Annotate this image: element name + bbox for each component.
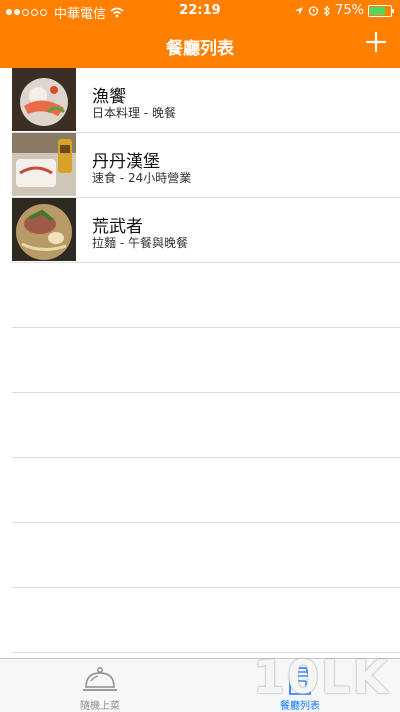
status-bar: 中華電信 22:19 75%	[0, 0, 400, 22]
battery-percent: 75%	[335, 3, 364, 18]
page-title: 餐廳列表	[166, 39, 234, 59]
plus-icon[interactable]	[364, 30, 388, 54]
restaurant-row[interactable]: 丹丹漢堡 速食 - 24小時營業	[12, 133, 400, 198]
restaurant-photo	[12, 198, 76, 261]
tab-random-dish[interactable]: 隨機上菜	[0, 659, 200, 712]
watermark-logo: 10LK	[253, 650, 390, 704]
restaurant-photo	[12, 133, 76, 196]
restaurant-subtitle: 日本料理 - 晚餐	[92, 106, 176, 120]
status-right-group: 75%	[294, 3, 394, 18]
battery-icon	[368, 4, 394, 17]
battery-fill	[370, 6, 385, 15]
tab-label: 隨機上菜	[80, 701, 120, 712]
empty-row	[12, 523, 400, 588]
restaurant-row[interactable]: 漁饗 日本料理 - 晚餐	[12, 68, 400, 133]
empty-row	[12, 393, 400, 458]
restaurant-subtitle: 速食 - 24小時營業	[92, 171, 192, 185]
location-icon	[295, 6, 304, 15]
empty-row	[12, 328, 400, 393]
cloche-icon	[83, 667, 117, 691]
restaurant-photo	[12, 68, 76, 131]
alarm-icon	[308, 6, 319, 16]
navigation-bar: 中華電信 22:19 75% 餐廳列表	[0, 0, 400, 68]
restaurant-list: 漁饗 日本料理 - 晚餐 丹丹漢堡 速食 - 24小時營業 荒武者 拉麵 - 午…	[0, 68, 400, 658]
restaurant-subtitle: 拉麵 - 午餐與晚餐	[92, 236, 188, 250]
restaurant-row[interactable]: 荒武者 拉麵 - 午餐與晚餐	[12, 198, 400, 263]
empty-row	[12, 458, 400, 523]
empty-row	[12, 588, 400, 653]
bluetooth-icon	[323, 4, 330, 17]
empty-row	[12, 263, 400, 328]
